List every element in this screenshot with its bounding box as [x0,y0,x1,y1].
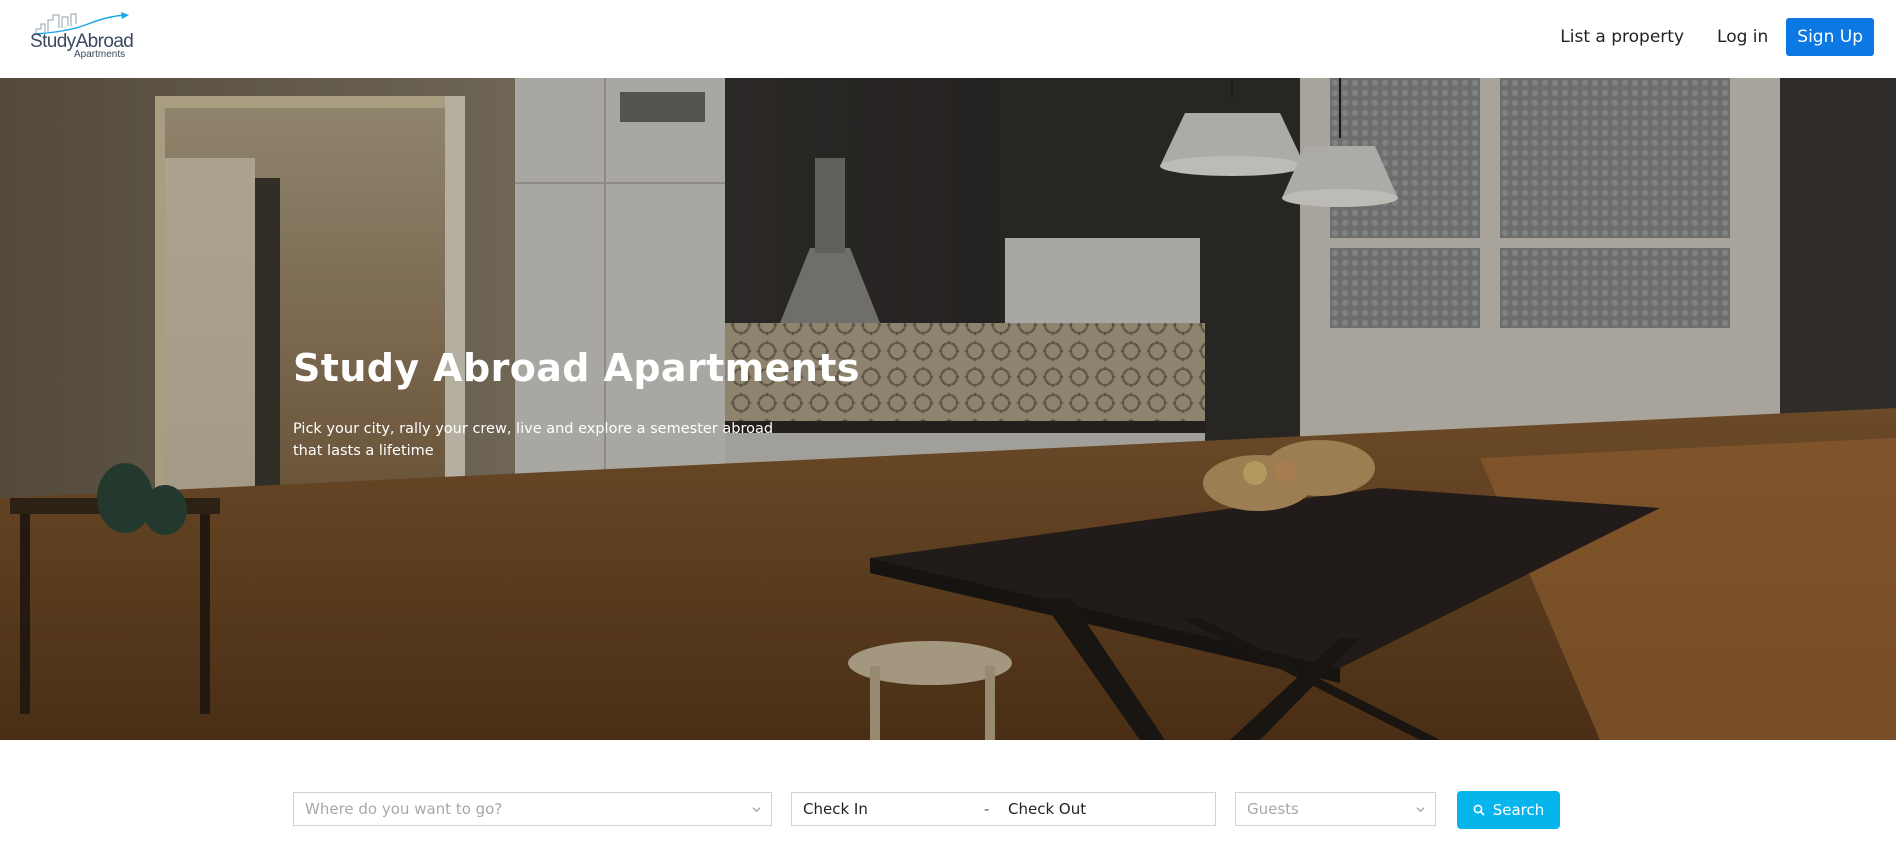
search-bar: Where do you want to go? Check In - Chec… [0,740,1896,863]
guests-placeholder: Guests [1247,800,1299,818]
chevron-down-icon [752,807,761,813]
check-out-field[interactable]: Check Out [997,793,1086,825]
signup-button[interactable]: Sign Up [1786,18,1874,56]
site-header: StudyAbroad Apartments List a property L… [0,0,1896,78]
logo[interactable]: StudyAbroad Apartments [28,12,140,62]
search-icon [1473,804,1485,816]
guests-select[interactable]: Guests [1235,792,1436,826]
hero-subtitle: Pick your city, rally your crew, live an… [293,421,774,459]
search-button[interactable]: Search [1457,791,1560,829]
chevron-down-icon [1416,807,1425,813]
search-button-label: Search [1492,801,1545,819]
hero-title: Study Abroad Apartments [293,346,860,390]
destination-placeholder: Where do you want to go? [305,800,503,818]
hero-banner: Study Abroad Apartments Pick your city, … [0,78,1896,740]
login-link[interactable]: Log in [1717,27,1768,47]
hero-overlay [0,78,1896,740]
date-range-picker[interactable]: Check In - Check Out [791,792,1216,826]
list-property-link[interactable]: List a property [1560,27,1684,47]
check-in-field[interactable]: Check In [792,800,868,818]
destination-select[interactable]: Where do you want to go? [293,792,772,826]
date-separator: - [984,800,990,818]
top-nav: List a property Log in Sign Up [1560,18,1874,56]
check-out-label: Check Out [1008,800,1087,818]
logo-tagline: Apartments [74,49,126,60]
